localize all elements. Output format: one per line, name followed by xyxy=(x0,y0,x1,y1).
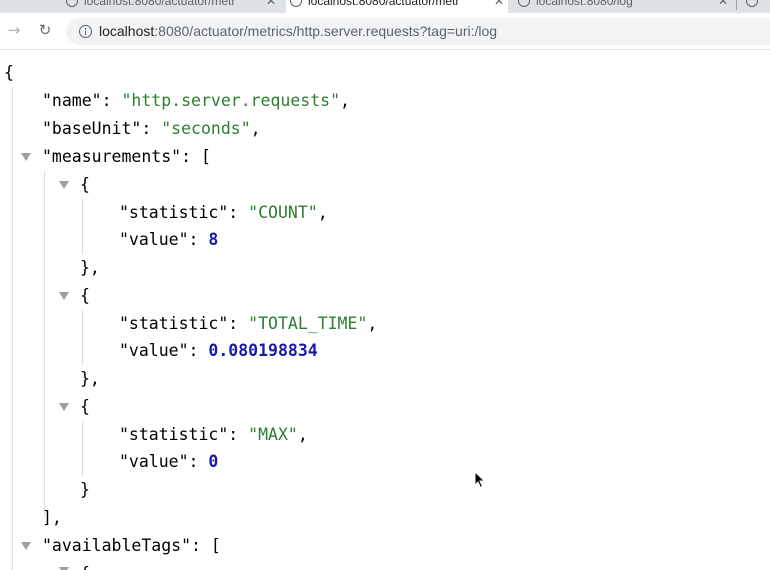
tab-label: localhost:8080/log xyxy=(536,0,633,8)
tab-strip: localhost:8080/actuator/metr ✕ localhost… xyxy=(0,0,770,13)
collapse-toggle-icon[interactable] xyxy=(21,153,31,161)
collapse-toggle-icon[interactable] xyxy=(21,542,31,550)
json-object-open: { xyxy=(80,560,90,570)
close-icon[interactable]: ✕ xyxy=(494,0,504,13)
json-object-open: { xyxy=(80,286,90,305)
json-line-value: "value": 0.080198834 xyxy=(119,341,318,360)
url-host: localhost xyxy=(99,23,155,39)
arrow-right-icon: → xyxy=(7,21,21,39)
globe-icon xyxy=(290,0,302,7)
tab-metrics-1[interactable]: localhost:8080/actuator/metr ✕ xyxy=(62,0,280,13)
indent-guide xyxy=(82,421,83,476)
address-bar[interactable]: localhost:8080/actuator/metrics/http.ser… xyxy=(66,18,770,45)
json-line-availabletags: "availableTags": [ xyxy=(42,536,221,555)
globe-icon xyxy=(746,0,758,7)
mouse-cursor-icon xyxy=(474,471,486,489)
url-text[interactable]: localhost:8080/actuator/metrics/http.ser… xyxy=(99,18,497,45)
json-object-open: { xyxy=(80,397,90,416)
close-icon[interactable]: ✕ xyxy=(718,0,728,13)
tab-label: localhost:8080/actuator/metr xyxy=(84,0,236,8)
json-line-value: "value": 0 xyxy=(119,452,219,471)
tab-log[interactable]: localhost:8080/log ✕ xyxy=(514,0,732,13)
collapse-toggle-icon[interactable] xyxy=(59,292,69,300)
json-object-close: }, xyxy=(80,258,100,277)
json-line-name: "name": "http.server.requests", xyxy=(42,91,350,110)
tab-partial[interactable] xyxy=(742,0,770,13)
browser-toolbar: → ↻ localhost:8080/actuator/metrics/http… xyxy=(0,13,770,50)
json-line-statistic: "statistic": "MAX", xyxy=(119,425,308,444)
close-icon[interactable]: ✕ xyxy=(266,0,276,13)
json-open-brace: { xyxy=(4,63,14,82)
tab-metrics-2[interactable]: localhost:8080/actuator/metr ✕ xyxy=(286,0,508,13)
url-path: :8080/actuator/metrics/http.server.reque… xyxy=(154,23,498,39)
tab-label: localhost:8080/actuator/metr xyxy=(308,0,460,8)
json-line-statistic: "statistic": "COUNT", xyxy=(119,203,328,222)
json-line-statistic: "statistic": "TOTAL_TIME", xyxy=(119,314,378,333)
forward-button[interactable]: → xyxy=(4,20,24,40)
globe-icon xyxy=(518,0,530,7)
indent-guide xyxy=(12,87,13,570)
reload-button[interactable]: ↻ xyxy=(35,20,55,40)
collapse-toggle-icon[interactable] xyxy=(59,181,69,189)
collapse-toggle-icon[interactable] xyxy=(59,403,69,411)
json-array-close: ], xyxy=(42,508,62,527)
reload-icon: ↻ xyxy=(38,21,52,39)
json-object-open: { xyxy=(80,175,90,194)
json-object-close: }, xyxy=(80,369,100,388)
indent-guide xyxy=(82,310,83,365)
indent-guide xyxy=(44,171,45,516)
json-object-close: } xyxy=(80,480,90,499)
info-icon[interactable] xyxy=(79,25,92,38)
indent-guide xyxy=(82,199,83,254)
globe-icon xyxy=(66,0,78,7)
json-line-baseunit: "baseUnit": "seconds", xyxy=(42,119,261,138)
tab-divider xyxy=(736,0,737,10)
json-line-value: "value": 8 xyxy=(119,230,219,249)
json-line-measurements: "measurements": [ xyxy=(42,147,211,166)
